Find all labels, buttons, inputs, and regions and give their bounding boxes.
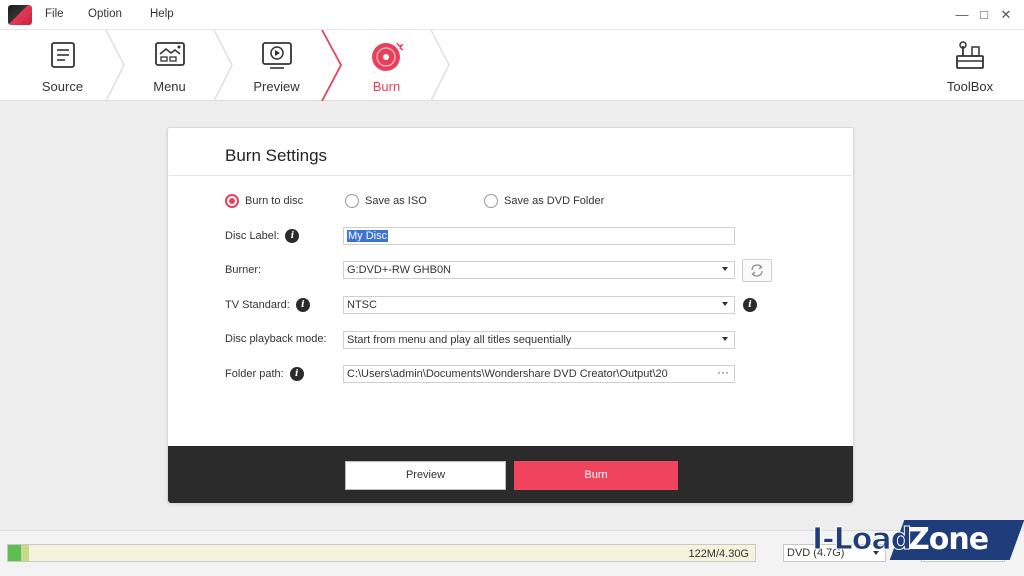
disc-label-row-label: Disc Label: i (225, 229, 300, 243)
save-as-dvd-folder-radio[interactable]: Save as DVD Folder (484, 194, 604, 208)
burn-disc-icon (371, 42, 404, 71)
radio-selected-icon (225, 194, 239, 208)
divider (169, 175, 852, 176)
watermark-text-part2: Zone (908, 522, 989, 557)
preview-icon (261, 42, 292, 69)
watermark-text-part1: I-Load (811, 522, 912, 558)
browse-folder-button[interactable]: ··· (712, 366, 734, 382)
burn-button[interactable]: Burn (514, 461, 678, 490)
refresh-icon (751, 264, 763, 277)
tv-standard-select[interactable]: NTSC (343, 296, 735, 314)
burn-to-disc-label: Burn to disc (245, 195, 304, 207)
watermark-logo: I-Load Zone (811, 518, 1024, 562)
burn-settings-title: Burn Settings (225, 146, 328, 165)
playback-mode-value: Start from menu and play all titles sequ… (347, 334, 572, 346)
burn-settings-dialog: Burn Settings Burn to disc Save as ISO S… (167, 127, 854, 504)
disc-label-value: My Disc (347, 230, 389, 242)
step-menu[interactable]: Menu (127, 30, 212, 101)
save-as-dvd-folder-label: Save as DVD Folder (504, 195, 605, 207)
folder-path-value: C:\Users\admin\Documents\Wondershare DVD… (347, 368, 668, 380)
menu-help[interactable]: Help (150, 8, 174, 20)
burn-to-disc-radio[interactable]: Burn to disc (225, 194, 303, 208)
step-divider (213, 30, 233, 101)
chevron-down-icon (722, 302, 728, 306)
chevron-down-icon (722, 267, 728, 271)
app-logo-icon (8, 5, 32, 25)
step-burn-label: Burn (372, 79, 401, 94)
step-divider (105, 30, 125, 101)
disc-label-label: Disc Label: (225, 230, 280, 242)
disc-usage-bar: 122M/4.30G (7, 544, 756, 562)
step-burn[interactable]: Burn (344, 30, 429, 101)
info-icon[interactable]: i (743, 298, 757, 312)
burner-value: G:DVD+-RW GHB0N (347, 264, 452, 276)
toolbox-icon (956, 41, 984, 69)
playback-mode-select[interactable]: Start from menu and play all titles sequ… (343, 331, 735, 349)
minimize-button[interactable]: — (953, 6, 971, 24)
folder-path-row-label: Folder path: i (225, 367, 304, 381)
step-preview[interactable]: Preview (234, 30, 319, 101)
step-source[interactable]: Source (20, 30, 105, 101)
info-icon[interactable]: i (285, 229, 300, 243)
radio-unselected-icon (484, 194, 498, 208)
step-menu-label: Menu (153, 79, 186, 94)
menu-template-icon (154, 42, 185, 66)
toolbox-label: ToolBox (946, 79, 994, 94)
preview-button[interactable]: Preview (345, 461, 506, 490)
step-divider-active (321, 30, 343, 101)
step-preview-label: Preview (253, 79, 300, 94)
disc-label-input[interactable]: My Disc (343, 227, 735, 245)
playback-mode-label: Disc playback mode: (225, 333, 327, 345)
step-divider (430, 30, 450, 101)
menu-option[interactable]: Option (88, 8, 122, 20)
burner-label: Burner: (225, 264, 262, 276)
disc-usage-fill-secondary (21, 545, 29, 561)
dialog-footer: Preview Burn (168, 446, 853, 503)
save-as-iso-radio[interactable]: Save as ISO (345, 194, 427, 208)
chevron-down-icon (722, 337, 728, 341)
toolbox-button[interactable]: ToolBox (930, 30, 1010, 101)
maximize-button[interactable]: □ (975, 6, 993, 24)
workflow-steps: Source Menu Preview Burn ToolBox (0, 30, 1024, 101)
tv-standard-value: NTSC (347, 299, 377, 311)
refresh-burner-button[interactable] (742, 259, 772, 282)
info-icon[interactable]: i (295, 298, 310, 312)
disc-usage-text: 122M/4.30G (688, 548, 749, 560)
close-button[interactable]: ✕ (997, 6, 1015, 24)
burner-row-label: Burner: (225, 264, 261, 276)
tv-standard-label: TV Standard: (225, 299, 290, 311)
source-icon (50, 42, 75, 68)
playback-mode-row-label: Disc playback mode: (225, 333, 327, 345)
folder-path-input[interactable]: C:\Users\admin\Documents\Wondershare DVD… (343, 365, 735, 383)
tv-standard-row-label: TV Standard: i (225, 298, 310, 312)
disc-usage-fill (8, 545, 21, 561)
menu-file[interactable]: File (45, 8, 64, 20)
step-source-label: Source (41, 79, 84, 94)
burner-select[interactable]: G:DVD+-RW GHB0N (343, 261, 735, 279)
radio-unselected-icon (345, 194, 359, 208)
folder-path-label: Folder path: (225, 368, 284, 380)
save-as-iso-label: Save as ISO (365, 195, 427, 207)
title-bar: File Option Help — □ ✕ (0, 0, 1024, 30)
info-icon[interactable]: i (289, 367, 304, 381)
